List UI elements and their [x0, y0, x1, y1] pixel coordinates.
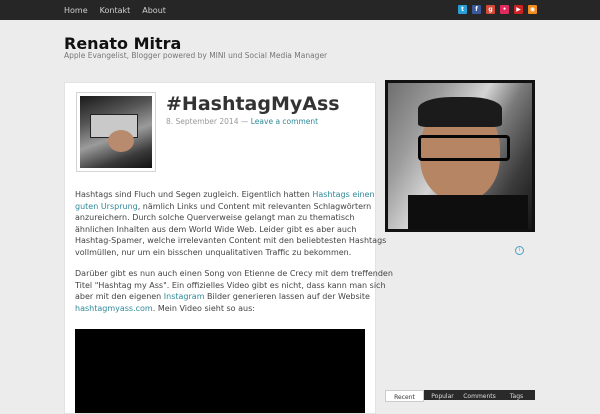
nav-about[interactable]: About [142, 6, 166, 15]
top-bar: Home Kontakt About t f g • ▶ ◉ [0, 0, 600, 20]
flickr-icon[interactable]: • [500, 5, 509, 14]
post-body: Hashtags sind Fluch und Segen zugleich. … [75, 189, 393, 324]
youtube-icon[interactable]: ▶ [514, 5, 523, 14]
p2-text-c: . Mein Video sieht so aus: [152, 303, 255, 313]
tab-tags[interactable]: Tags [498, 390, 535, 400]
post-thumbnail[interactable] [76, 92, 156, 172]
site-tagline: Apple Evangelist, Blogger powered by MIN… [64, 51, 328, 60]
profile-photo [385, 80, 535, 232]
facebook-icon[interactable]: f [472, 5, 481, 14]
tab-popular[interactable]: Popular [424, 390, 461, 400]
post-thumbnail-image [80, 96, 152, 168]
top-nav: Home Kontakt About [64, 0, 166, 20]
video-player[interactable] [75, 329, 365, 413]
profile-photo-image [388, 83, 532, 229]
leave-comment-link[interactable]: Leave a comment [251, 117, 318, 126]
photo-shirt [408, 195, 528, 229]
ad-info-icon[interactable]: i [515, 246, 524, 255]
nav-home[interactable]: Home [64, 6, 88, 15]
twitter-icon[interactable]: t [458, 5, 467, 14]
post-meta: 8. September 2014 — Leave a comment [166, 117, 318, 126]
paragraph-2: Darüber gibt es nun auch einen Song von … [75, 268, 393, 314]
hashtagmyass-link[interactable]: hashtagmyass.com [75, 304, 153, 313]
photo-hair [418, 97, 502, 127]
post-date: 8. September 2014 [166, 117, 239, 126]
tab-recent[interactable]: Recent [385, 390, 424, 402]
nav-kontakt[interactable]: Kontakt [100, 6, 131, 15]
thumbnail-face [108, 130, 134, 152]
post-card: #HashtagMyAss 8. September 2014 — Leave … [64, 82, 393, 414]
p1-text-a: Hashtags sind Fluch und Segen zugleich. … [75, 190, 313, 199]
googleplus-icon[interactable]: g [486, 5, 495, 14]
post-title[interactable]: #HashtagMyAss [166, 93, 340, 115]
social-links: t f g • ▶ ◉ [458, 5, 537, 14]
rss-icon[interactable]: ◉ [528, 5, 537, 14]
instagram-link[interactable]: Instagram [164, 292, 205, 301]
paragraph-1: Hashtags sind Fluch und Segen zugleich. … [75, 189, 393, 258]
p2-text-b: Bilder generieren lassen auf der Website [204, 292, 370, 301]
meta-separator: — [240, 117, 249, 126]
tab-comments[interactable]: Comments [461, 390, 498, 400]
sidebar-tabs: Recent Popular Comments Tags [385, 390, 535, 402]
photo-glasses [418, 135, 510, 161]
